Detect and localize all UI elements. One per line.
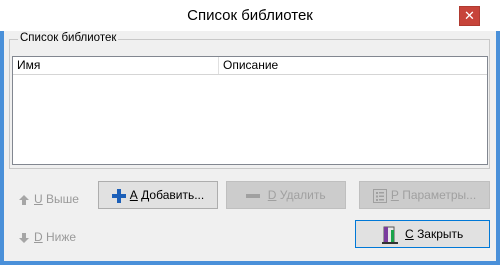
delete-button[interactable]: D Удалить	[226, 181, 346, 209]
delete-hotkey: D	[267, 188, 277, 202]
list-settings-icon	[372, 188, 387, 203]
library-list-view[interactable]: Имя Описание	[12, 56, 488, 165]
close-hotkey: C	[405, 227, 414, 241]
add-hotkey: A	[129, 188, 138, 202]
exit-door-icon	[381, 226, 398, 244]
arrow-up-icon	[19, 194, 29, 205]
move-up-button[interactable]: U Выше	[18, 185, 79, 213]
parameters-label: Параметры...	[402, 188, 477, 202]
column-header-description[interactable]: Описание	[219, 57, 487, 74]
library-list-dialog: Список библиотек ✕ Список библиотек Имя …	[0, 0, 500, 265]
arrow-down-icon	[19, 232, 29, 243]
parameters-button[interactable]: P Параметры...	[359, 181, 490, 209]
close-label: Закрыть	[417, 227, 464, 241]
window-close-button[interactable]: ✕	[459, 6, 480, 26]
column-header-name[interactable]: Имя	[13, 57, 219, 74]
move-down-label: Ниже	[46, 230, 77, 244]
add-label: Добавить...	[141, 188, 205, 202]
library-list-group: Список библиотек Имя Описание	[9, 32, 490, 169]
delete-label: Удалить	[279, 188, 326, 202]
close-button[interactable]: C Закрыть	[355, 220, 490, 248]
parameters-hotkey: P	[390, 188, 399, 202]
move-down-hotkey: D	[34, 230, 43, 244]
move-up-hotkey: U	[34, 192, 43, 206]
minus-icon	[246, 193, 261, 198]
window-title: Список библиотек	[187, 7, 313, 24]
add-button[interactable]: A Добавить...	[98, 181, 218, 209]
list-header: Имя Описание	[13, 57, 487, 75]
move-down-button[interactable]: D Ниже	[18, 223, 76, 251]
dialog-client-area: Список библиотек Имя Описание U Выше D Н…	[4, 31, 496, 261]
plus-icon	[111, 188, 126, 203]
close-icon: ✕	[464, 8, 475, 23]
title-bar: Список библиотек ✕	[0, 0, 500, 31]
move-up-label: Выше	[46, 192, 79, 206]
group-label: Список библиотек	[18, 32, 119, 44]
